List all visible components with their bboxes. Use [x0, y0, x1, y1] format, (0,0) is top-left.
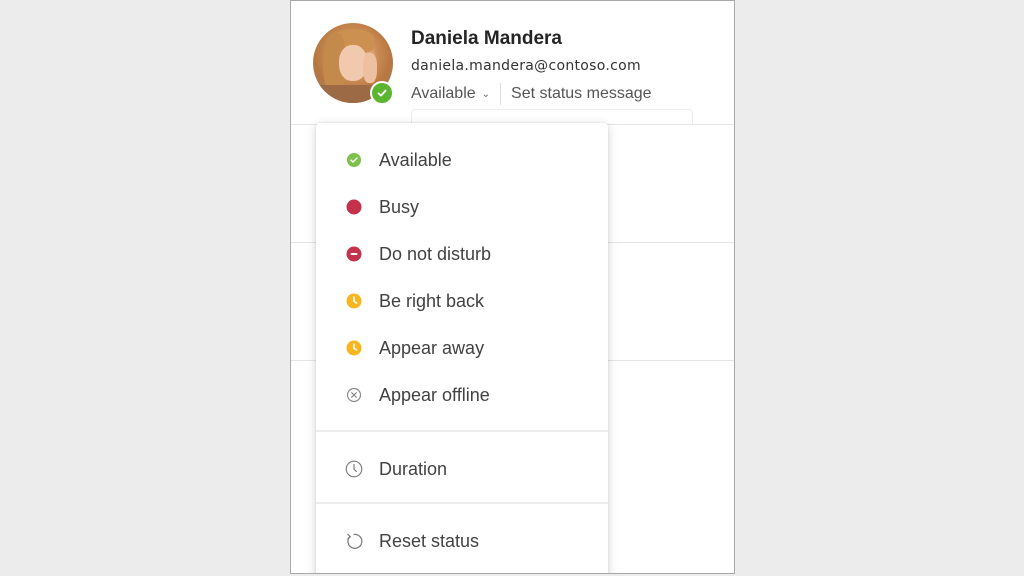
menu-item-label: Do not disturb — [379, 243, 492, 264]
menu-divider — [316, 502, 608, 504]
profile-panel: Daniela Mandera daniela.mandera@contoso.… — [290, 0, 735, 574]
offline-x-icon — [345, 386, 363, 404]
do-not-disturb-icon — [345, 245, 363, 263]
divider — [500, 83, 502, 105]
profile-header: Daniela Mandera daniela.mandera@contoso.… — [291, 1, 734, 124]
menu-item-label: Busy — [379, 196, 420, 217]
status-menu: Available Busy Do not disturb Be right b… — [316, 123, 608, 573]
avatar-hand — [363, 53, 377, 83]
status-dropdown[interactable]: Available ⌄ — [411, 85, 490, 103]
menu-item-appear-offline[interactable]: Appear offline — [316, 375, 608, 415]
clock-icon — [345, 460, 363, 478]
presence-available-icon — [370, 81, 394, 105]
available-check-icon — [345, 151, 363, 169]
chevron-down-icon: ⌄ — [481, 88, 491, 100]
menu-item-available[interactable]: Available — [316, 140, 608, 180]
set-status-message-link[interactable]: Set status message — [511, 85, 652, 103]
menu-item-label: Appear away — [379, 337, 485, 358]
menu-item-be-right-back[interactable]: Be right back — [316, 281, 608, 321]
clock-away-icon — [345, 339, 363, 357]
status-message-box — [411, 109, 693, 124]
menu-item-label: Appear offline — [379, 384, 490, 405]
menu-item-busy[interactable]: Busy — [316, 187, 608, 227]
menu-item-label: Reset status — [379, 530, 480, 551]
menu-item-label: Available — [379, 149, 452, 170]
user-name: Daniela Mandera — [411, 28, 562, 49]
clock-away-icon — [345, 292, 363, 310]
reset-arrow-icon — [345, 532, 363, 550]
menu-item-appear-away[interactable]: Appear away — [316, 328, 608, 368]
menu-item-reset-status[interactable]: Reset status — [316, 521, 608, 561]
menu-item-do-not-disturb[interactable]: Do not disturb — [316, 234, 608, 274]
busy-dot-icon — [345, 198, 363, 216]
menu-item-duration[interactable]: Duration — [316, 449, 608, 489]
user-email: daniela.mandera@contoso.com — [411, 58, 641, 74]
current-status-label: Available — [411, 85, 476, 102]
menu-item-label: Be right back — [379, 290, 485, 311]
menu-item-label: Duration — [379, 458, 448, 479]
menu-divider — [316, 430, 608, 432]
status-row: Available ⌄ Set status message — [411, 83, 652, 105]
